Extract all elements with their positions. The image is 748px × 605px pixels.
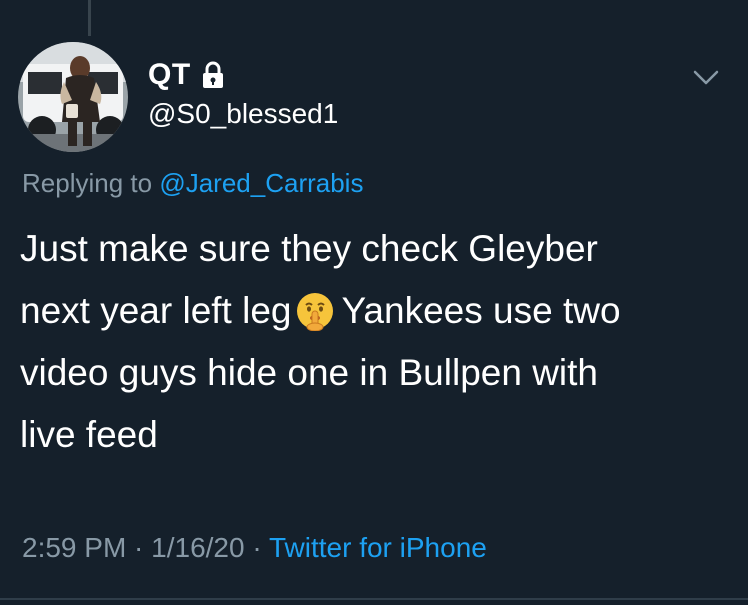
tweet-text: Just make sure they check Gleyber next y… xyxy=(20,218,730,466)
tweet-text-segment: next year left leg xyxy=(20,290,292,331)
chevron-down-icon[interactable] xyxy=(693,70,719,86)
shushing-face-emoji-icon xyxy=(295,288,335,332)
display-name[interactable]: QT xyxy=(148,58,191,92)
author-name-row[interactable]: QT xyxy=(148,58,225,92)
tweet-text-line: next year left leg Yankees use two xyxy=(20,280,730,342)
replying-to-label: Replying to xyxy=(22,168,153,198)
tweet-timestamp[interactable]: 2:59 PM · 1/16/20 · xyxy=(22,532,269,563)
replying-to-mention-link[interactable]: @Jared_Carrabis xyxy=(159,168,363,198)
avatar[interactable] xyxy=(18,42,128,152)
tweet-source-link[interactable]: Twitter for iPhone xyxy=(269,532,487,563)
tweet-metadata: 2:59 PM · 1/16/20 · Twitter for iPhone xyxy=(22,532,487,564)
replying-to-line: Replying to @Jared_Carrabis xyxy=(22,168,363,199)
tweet-text-line: live feed xyxy=(20,414,158,455)
tweet-text-line: video guys hide one in Bullpen with xyxy=(20,352,598,393)
tweet-detail: QT @S0_blessed1 Replying to @Jared_Carra… xyxy=(0,0,748,605)
tweet-text-segment: Yankees use two xyxy=(341,290,621,331)
author-handle[interactable]: @S0_blessed1 xyxy=(148,98,338,130)
tweet-text-line: Just make sure they check Gleyber xyxy=(20,228,598,269)
lock-icon xyxy=(201,61,225,89)
thread-connector-line xyxy=(88,0,91,36)
divider xyxy=(0,598,748,600)
